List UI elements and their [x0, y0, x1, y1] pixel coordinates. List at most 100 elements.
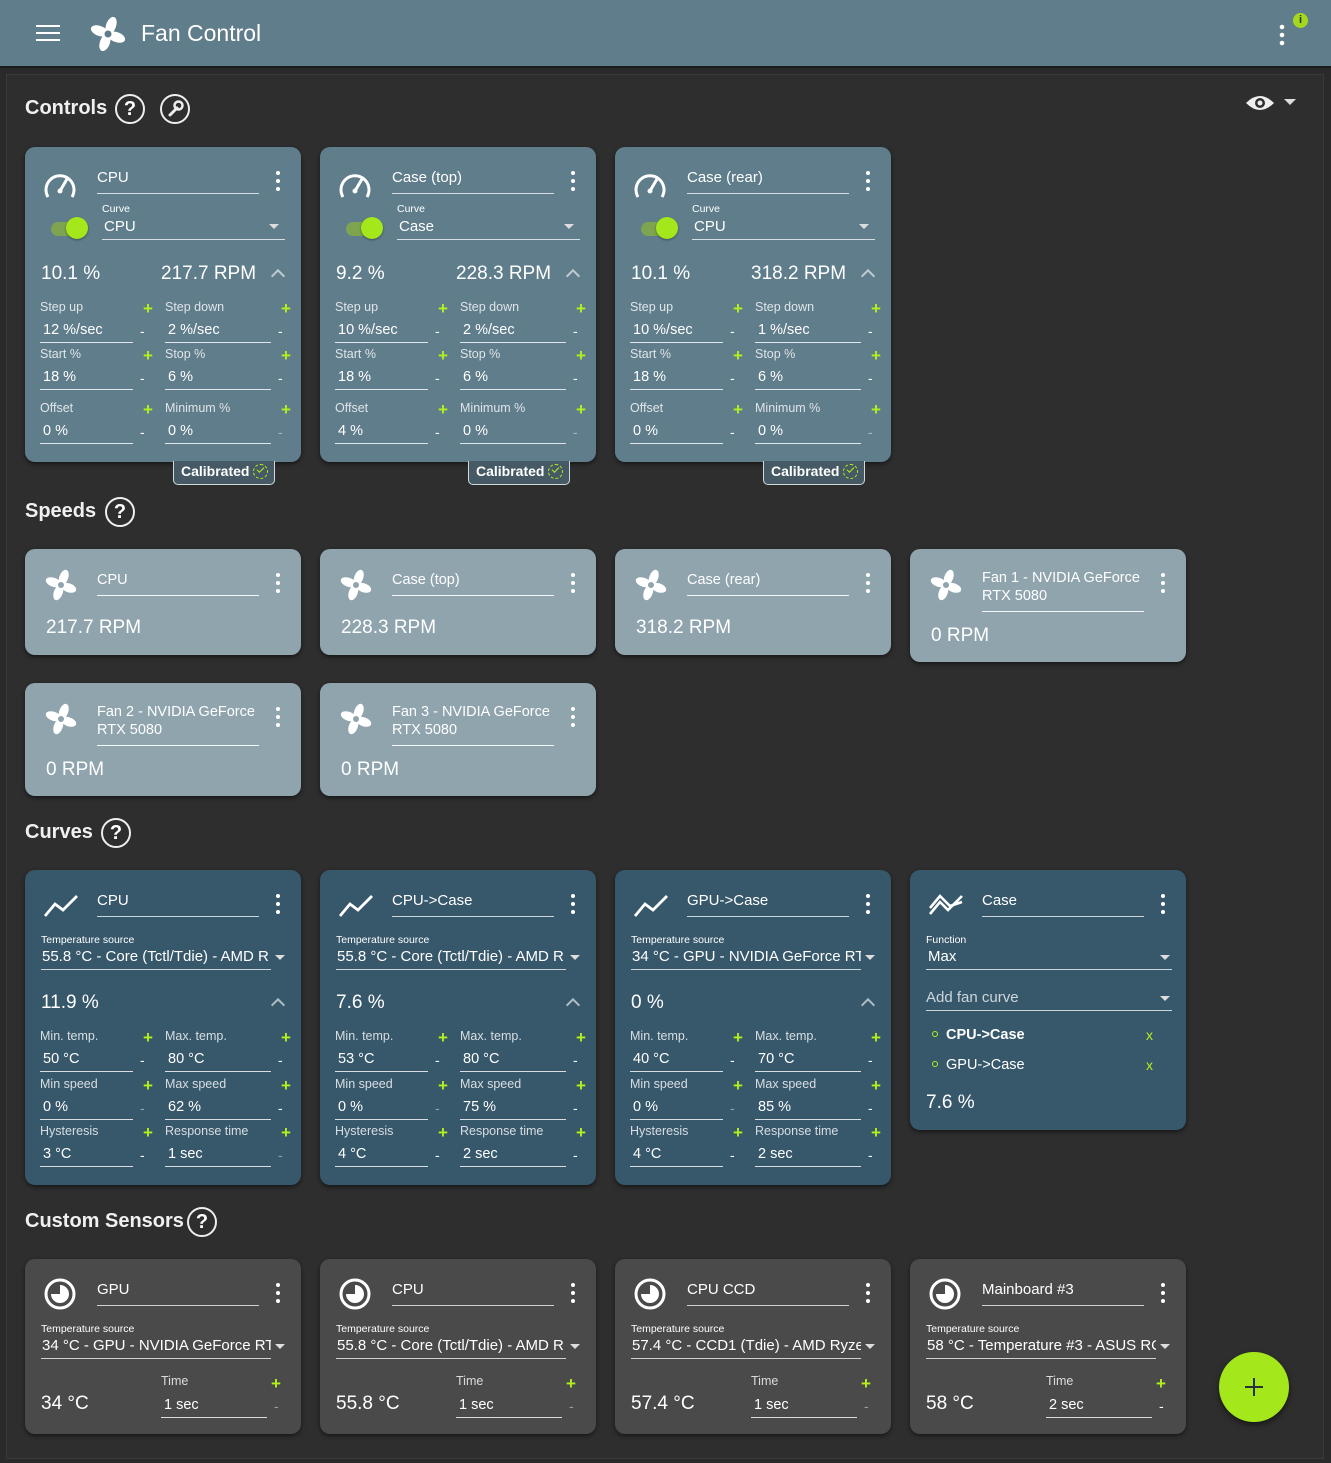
- param-value[interactable]: 50 °C: [40, 1051, 133, 1072]
- param-value[interactable]: 4 %: [335, 423, 428, 444]
- increment-button[interactable]: +: [871, 1029, 881, 1046]
- increment-button[interactable]: +: [143, 347, 153, 364]
- control-enable-toggle[interactable]: [637, 217, 678, 239]
- decrement-button[interactable]: -: [140, 371, 145, 385]
- temperature-source-select[interactable]: 55.8 °C - Core (Tctl/Tdie) - AMD R: [336, 1337, 566, 1359]
- remove-mix-item-button[interactable]: x: [1146, 1027, 1153, 1043]
- param-value[interactable]: 2 sec: [460, 1146, 566, 1167]
- param-value[interactable]: 0 %: [165, 423, 271, 444]
- speed-options-icon[interactable]: [1161, 573, 1167, 595]
- increment-button[interactable]: +: [281, 1124, 291, 1141]
- param-value[interactable]: 40 °C: [630, 1051, 723, 1072]
- decrement-button[interactable]: -: [435, 1148, 440, 1162]
- mix-curve-options-icon[interactable]: [1161, 894, 1167, 916]
- param-value[interactable]: 0 %: [460, 423, 566, 444]
- time-value[interactable]: 2 sec: [1046, 1397, 1152, 1418]
- param-value[interactable]: 1 %/sec: [755, 322, 861, 343]
- decrement-button[interactable]: -: [730, 1053, 735, 1067]
- calibrated-badge[interactable]: Calibrated: [763, 461, 866, 485]
- speed-name[interactable]: CPU: [97, 571, 259, 596]
- decrement-button[interactable]: -: [278, 324, 283, 338]
- control-options-icon[interactable]: [866, 171, 872, 193]
- increment-button[interactable]: +: [438, 300, 448, 317]
- param-value[interactable]: 10 %/sec: [335, 322, 428, 343]
- calibrated-badge[interactable]: Calibrated: [173, 461, 276, 485]
- param-value[interactable]: 18 %: [40, 369, 133, 390]
- decrement-button[interactable]: -: [868, 425, 873, 439]
- decrement-button[interactable]: -: [435, 1101, 440, 1115]
- decrement-button[interactable]: -: [140, 324, 145, 338]
- more-options-icon[interactable]: [1275, 22, 1289, 48]
- control-options-icon[interactable]: [276, 171, 282, 193]
- function-select[interactable]: Max: [926, 948, 1172, 970]
- curve-dropdown-icon[interactable]: [564, 224, 574, 229]
- sensor-name[interactable]: GPU: [97, 1281, 259, 1306]
- function-dropdown-icon[interactable]: [1160, 955, 1170, 960]
- increment-button[interactable]: +: [733, 1029, 743, 1046]
- temperature-source-select[interactable]: 55.8 °C - Core (Tctl/Tdie) - AMD R: [336, 948, 566, 970]
- speed-name[interactable]: Fan 2 - NVIDIA GeForce RTX 5080: [97, 703, 259, 746]
- param-value[interactable]: 62 %: [165, 1099, 271, 1120]
- curve-name[interactable]: CPU->Case: [392, 892, 554, 917]
- increment-button[interactable]: +: [143, 401, 153, 418]
- param-value[interactable]: 0 %: [630, 1099, 723, 1120]
- decrement-button[interactable]: -: [730, 371, 735, 385]
- curve-options-icon[interactable]: [276, 894, 282, 916]
- param-value[interactable]: 6 %: [755, 369, 861, 390]
- decrement-button[interactable]: -: [573, 425, 578, 439]
- sensor-options-icon[interactable]: [866, 1283, 872, 1305]
- temperature-source-dropdown-icon[interactable]: [570, 1344, 580, 1349]
- temperature-source-dropdown-icon[interactable]: [865, 1344, 875, 1349]
- decrement-button[interactable]: -: [864, 1399, 869, 1413]
- visibility-dropdown-icon[interactable]: [1284, 99, 1296, 105]
- increment-button[interactable]: +: [576, 300, 586, 317]
- param-value[interactable]: 80 °C: [165, 1051, 271, 1072]
- speed-name[interactable]: Fan 1 - NVIDIA GeForce RTX 5080: [982, 569, 1144, 612]
- decrement-button[interactable]: -: [1159, 1399, 1164, 1413]
- increment-button[interactable]: +: [271, 1375, 281, 1392]
- increment-button[interactable]: +: [576, 1124, 586, 1141]
- collapse-chevron-icon[interactable]: [565, 268, 581, 284]
- increment-button[interactable]: +: [733, 1124, 743, 1141]
- param-value[interactable]: 0 %: [755, 423, 861, 444]
- decrement-button[interactable]: -: [730, 1101, 735, 1115]
- visibility-eye-icon[interactable]: [1245, 92, 1275, 114]
- increment-button[interactable]: +: [1156, 1375, 1166, 1392]
- decrement-button[interactable]: -: [573, 1148, 578, 1162]
- param-value[interactable]: 0 %: [40, 423, 133, 444]
- decrement-button[interactable]: -: [274, 1399, 279, 1413]
- speed-name[interactable]: Fan 3 - NVIDIA GeForce RTX 5080: [392, 703, 554, 746]
- increment-button[interactable]: +: [281, 401, 291, 418]
- decrement-button[interactable]: -: [868, 1101, 873, 1115]
- increment-button[interactable]: +: [438, 1124, 448, 1141]
- increment-button[interactable]: +: [576, 401, 586, 418]
- notification-badge[interactable]: i: [1293, 13, 1308, 28]
- increment-button[interactable]: +: [143, 1077, 153, 1094]
- increment-button[interactable]: +: [438, 401, 448, 418]
- temperature-source-select[interactable]: 57.4 °C - CCD1 (Tdie) - AMD Ryzei: [631, 1337, 861, 1359]
- curve-name[interactable]: CPU: [97, 892, 259, 917]
- control-name[interactable]: Case (top): [392, 169, 554, 194]
- decrement-button[interactable]: -: [435, 425, 440, 439]
- param-value[interactable]: 0 %: [630, 423, 723, 444]
- decrement-button[interactable]: -: [868, 324, 873, 338]
- collapse-chevron-icon[interactable]: [565, 997, 581, 1013]
- increment-button[interactable]: +: [566, 1375, 576, 1392]
- decrement-button[interactable]: -: [435, 324, 440, 338]
- increment-button[interactable]: +: [871, 1077, 881, 1094]
- custom-sensors-help-icon[interactable]: ?: [187, 1207, 217, 1237]
- increment-button[interactable]: +: [733, 401, 743, 418]
- control-name[interactable]: Case (rear): [687, 169, 849, 194]
- collapse-chevron-icon[interactable]: [860, 997, 876, 1013]
- remove-mix-item-button[interactable]: x: [1146, 1057, 1153, 1073]
- decrement-button[interactable]: -: [573, 1053, 578, 1067]
- mix-curve-name[interactable]: Case: [982, 892, 1144, 917]
- curve-options-icon[interactable]: [571, 894, 577, 916]
- decrement-button[interactable]: -: [278, 1148, 283, 1162]
- increment-button[interactable]: +: [576, 1077, 586, 1094]
- param-value[interactable]: 4 °C: [335, 1146, 428, 1167]
- decrement-button[interactable]: -: [730, 1148, 735, 1162]
- decrement-button[interactable]: -: [730, 324, 735, 338]
- add-fab-button[interactable]: [1219, 1352, 1289, 1422]
- speed-options-icon[interactable]: [866, 573, 872, 595]
